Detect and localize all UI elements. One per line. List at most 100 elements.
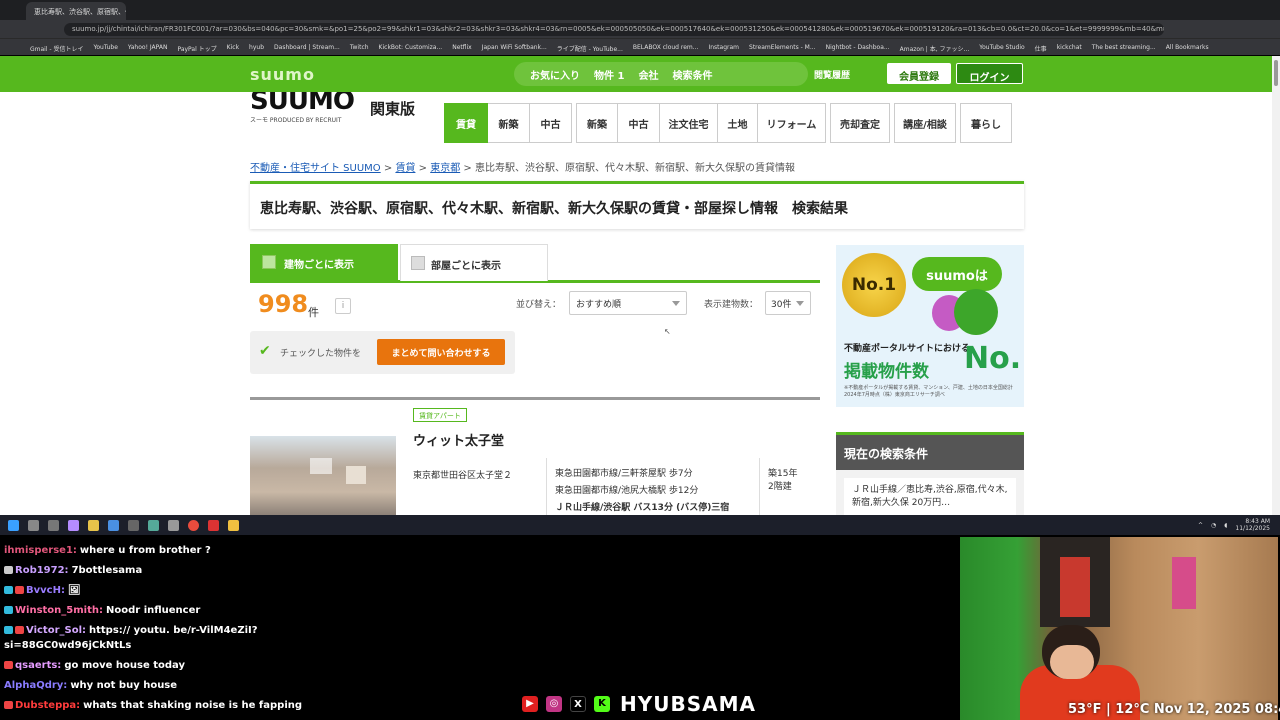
login-button[interactable]: ログイン — [956, 63, 1023, 84]
gnav-reform[interactable]: リフォーム — [758, 103, 826, 143]
breadcrumb-rent[interactable]: 賃貸 — [395, 163, 415, 174]
tab-room-view[interactable]: 部屋ごとに表示 — [400, 244, 548, 281]
app-icon[interactable] — [168, 519, 179, 531]
bookmark-item[interactable]: BELABOX cloud rem... — [633, 44, 699, 55]
bulk-inquiry-button[interactable]: まとめて問い合わせする — [377, 339, 505, 365]
bookmark-item[interactable]: PayPal トップ — [177, 44, 216, 55]
gnav-used-mansion[interactable]: 中古 — [530, 103, 572, 143]
badge-icon — [4, 626, 13, 634]
bookmark-item[interactable]: Amazon | 本, ファッシ... — [900, 44, 970, 55]
bookmark-item[interactable]: StreamElements - M... — [749, 44, 816, 55]
breadcrumb-sep: > — [418, 163, 428, 174]
breadcrumb: 不動産・住宅サイト SUUMO > 賃貸 > 東京都 > 恵比寿駅、渋谷駅、原宿… — [250, 159, 795, 174]
taskbar — [0, 515, 1280, 535]
search-icon[interactable] — [28, 519, 39, 531]
bookmark-item[interactable]: 仕事 — [1035, 44, 1047, 55]
bookmark-item[interactable]: Gmail - 受信トレイ — [30, 44, 84, 55]
app-icon[interactable] — [228, 519, 239, 531]
company-link[interactable]: 会社 — [638, 67, 658, 82]
listing-photo[interactable] — [250, 436, 396, 515]
breadcrumb-home[interactable]: 不動産・住宅サイト SUUMO — [250, 163, 381, 174]
browser-tab[interactable]: 恵比寿駅、渋谷駅、原宿駅、代々... — [26, 2, 126, 20]
app-icon[interactable] — [108, 519, 119, 531]
suumo-logo[interactable]: suumo — [250, 65, 315, 84]
chat-message: AlphaQdry: why not buy house — [4, 680, 177, 691]
display-count-select[interactable]: 30件 — [765, 291, 811, 315]
breadcrumb-pref[interactable]: 東京都 — [430, 163, 460, 174]
listing-type-badge: 賃貸アパート — [413, 408, 467, 422]
url-field[interactable]: suumo.jp/jj/chintai/ichiran/FR301FC001/?… — [64, 23, 1164, 36]
tab-room-label: 部屋ごとに表示 — [431, 261, 501, 272]
bookmark-item[interactable]: kickchat — [1057, 44, 1082, 55]
listing-name[interactable]: ウィット太子堂 — [413, 430, 504, 449]
bookmark-item[interactable]: Twitch — [350, 44, 369, 55]
bookmark-item[interactable]: Kick — [227, 44, 239, 55]
bookmark-item[interactable]: hyub — [249, 44, 264, 55]
app-icon[interactable] — [208, 519, 219, 531]
instagram-icon: ◎ — [546, 696, 562, 712]
gnav-rent[interactable]: 賃貸 — [444, 103, 488, 143]
no1-medal: No.1 — [842, 253, 906, 317]
gnav-seminar[interactable]: 講座/相談 — [894, 103, 956, 143]
ad-cloud-logo: suumoは — [912, 257, 1002, 291]
gnav-land[interactable]: 土地 — [718, 103, 758, 143]
logo-subtitle: スーモ PRODUCED BY RECRUIT — [250, 117, 342, 124]
scrollbar[interactable] — [1272, 56, 1280, 515]
sort-select[interactable]: おすすめ順 — [569, 291, 687, 315]
bookmark-item[interactable]: Dashboard | Stream... — [274, 44, 340, 55]
bookmark-item[interactable]: YouTube Studio — [979, 44, 1024, 55]
bookmark-item[interactable]: The best streaming... — [1092, 44, 1156, 55]
scrollbar-thumb[interactable] — [1274, 60, 1278, 86]
chat-message: qsaerts: go move house today — [4, 660, 185, 671]
view-tabs: 建物ごとに表示 部屋ごとに表示 — [250, 244, 820, 283]
bookmark-item[interactable]: All Bookmarks — [1166, 44, 1209, 55]
gnav-sell[interactable]: 売却査定 — [830, 103, 890, 143]
bookmark-item[interactable]: Japan WiFi Softbank... — [482, 44, 547, 55]
ad-banner[interactable]: No.1 suumoは 不動産ポータルサイトにおける 掲載物件数 No.1 ※不… — [836, 245, 1024, 407]
tab-building-view[interactable]: 建物ごとに表示 — [250, 244, 398, 281]
info-icon[interactable]: i — [335, 298, 351, 314]
gnav-new-mansion[interactable]: 新築 — [488, 103, 530, 143]
badge-icon — [4, 606, 13, 614]
tray-date: 11/12/2025 — [1235, 525, 1270, 532]
chat-text: 🖼 — [67, 585, 81, 596]
chat-username: Winston_5mith: — [15, 605, 104, 616]
tray-clock[interactable]: 8:43 AM 11/12/2025 — [1235, 518, 1270, 532]
site-logo[interactable]: SUUMO — [250, 92, 355, 116]
app-icon[interactable] — [128, 519, 139, 531]
bookmark-item[interactable]: Instagram — [708, 44, 739, 55]
search-conditions-link[interactable]: 検索条件 — [672, 67, 712, 82]
folder-icon[interactable] — [88, 519, 99, 531]
bookmark-item[interactable]: Netflix — [452, 44, 472, 55]
volume-icon[interactable]: ◖ — [1224, 522, 1227, 529]
bookmark-item[interactable]: ライブ配信 - YouTube... — [557, 44, 623, 55]
app-icon[interactable] — [148, 519, 159, 531]
windows-start-icon[interactable] — [8, 519, 19, 531]
chrome-icon[interactable] — [188, 519, 199, 531]
result-count: 998 — [258, 290, 309, 318]
bookmark-item[interactable]: KickBot: Customiza... — [379, 44, 443, 55]
gnav-life[interactable]: 暮らし — [960, 103, 1012, 143]
browser-tab-bar: 恵比寿駅、渋谷駅、原宿駅、代々... — [0, 0, 1280, 20]
bookmark-item[interactable]: Yahoo! JAPAN — [128, 44, 168, 55]
gnav-used-house[interactable]: 中古 — [618, 103, 660, 143]
favorites-link[interactable]: お気に入り — [530, 67, 580, 82]
bookmark-item[interactable]: YouTube — [94, 44, 118, 55]
bookmark-item[interactable]: Nightbot - Dashboa... — [826, 44, 890, 55]
widget-icon[interactable] — [68, 519, 79, 531]
gnav-new-house[interactable]: 新築 — [576, 103, 618, 143]
property-link[interactable]: 物件 1 — [594, 67, 624, 82]
building-icon — [262, 255, 276, 269]
search-conditions-heading: 現在の検索条件 — [836, 432, 1024, 470]
tray-chevron-icon[interactable]: ^ — [1198, 522, 1203, 529]
badge-icon — [4, 586, 13, 594]
system-tray: ^ ◔ ◖ 8:43 AM 11/12/2025 — [1198, 515, 1280, 535]
chat-username: Victor_Sol: — [26, 625, 86, 636]
history-menu[interactable]: 閲覧履歴 — [814, 68, 850, 81]
chat-text: Noodr influencer — [106, 605, 201, 616]
weather-time-overlay: 53°F | 12°C Nov 12, 2025 08:43:01 — [1068, 702, 1280, 717]
register-button[interactable]: 会員登録 — [887, 63, 951, 84]
network-icon[interactable]: ◔ — [1211, 522, 1216, 529]
task-view-icon[interactable] — [48, 519, 59, 531]
gnav-custom-home[interactable]: 注文住宅 — [660, 103, 718, 143]
